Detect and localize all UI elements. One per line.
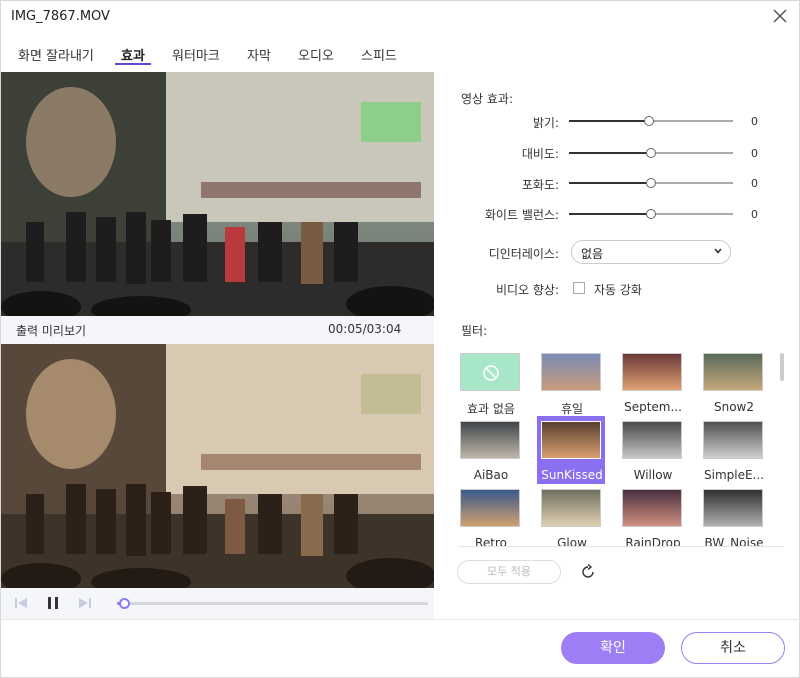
filter-holiday[interactable]: 휴일 <box>537 348 609 416</box>
filter-name: 휴일 <box>560 402 584 416</box>
next-frame-icon[interactable] <box>77 595 93 611</box>
footer-divider <box>1 619 800 620</box>
auto-enhance-checkbox[interactable] <box>573 282 585 294</box>
active-tab-indicator <box>115 63 151 65</box>
original-video-preview <box>1 72 434 316</box>
filter-bw-noise[interactable]: BW_Noise <box>699 484 771 546</box>
pause-icon[interactable] <box>45 595 61 611</box>
tab-speed[interactable]: 스피드 <box>361 45 397 64</box>
filter-name: Retro <box>475 536 507 546</box>
filter-name: Glow <box>557 536 587 546</box>
filter-retro[interactable]: Retro <box>456 484 528 546</box>
filter-glow[interactable]: Glow <box>537 484 609 546</box>
saturation-label: 포화도: <box>521 178 559 192</box>
filter-name: 효과 없음 <box>467 402 515 416</box>
contrast-label: 대비도: <box>521 147 559 161</box>
cancel-button[interactable]: 취소 <box>681 632 785 664</box>
filters-title: 필터: <box>461 324 488 338</box>
filter-name: BW_Noise <box>704 536 764 546</box>
apply-all-button[interactable]: 모두 적용 <box>457 560 561 584</box>
brightness-slider-handle[interactable] <box>644 116 654 126</box>
filter-name: Septem... <box>624 400 682 414</box>
filter-aibao[interactable]: AiBao <box>456 416 528 484</box>
confirm-button[interactable]: 확인 <box>561 632 665 664</box>
video-effects-title: 영상 효과: <box>461 92 514 106</box>
seek-bar[interactable] <box>117 602 428 605</box>
output-video-preview <box>1 344 434 588</box>
filter-name: Snow2 <box>713 400 754 414</box>
saturation-slider-handle[interactable] <box>646 178 656 188</box>
close-icon[interactable] <box>771 7 789 25</box>
tab-watermark[interactable]: 워터마크 <box>172 45 220 64</box>
filter-none[interactable]: 효과 없음 <box>456 348 528 416</box>
filter-name: AiBao <box>473 468 509 482</box>
tab-subtitle[interactable]: 자막 <box>247 45 271 64</box>
deinterlace-value: 없음 <box>581 247 604 261</box>
filter-raindrop[interactable]: RainDrop <box>618 484 690 546</box>
auto-enhance-label: 자동 강화 <box>594 283 642 297</box>
filter-scrollbar[interactable] <box>780 353 784 381</box>
contrast-value: 0 <box>751 147 758 160</box>
video-enhance-label: 비디오 향상: <box>495 283 559 297</box>
tab-effects[interactable]: 효과 <box>121 45 145 64</box>
seek-handle[interactable] <box>119 598 130 609</box>
reset-icon[interactable] <box>579 563 597 581</box>
previous-frame-icon[interactable] <box>13 595 29 611</box>
brightness-label: 밝기: <box>532 116 559 130</box>
filter-name: SimpleE... <box>704 468 764 482</box>
filter-sunkissed[interactable]: SunKissed <box>537 416 605 484</box>
tab-crop[interactable]: 화면 잘라내기 <box>18 45 94 64</box>
contrast-slider-handle[interactable] <box>646 148 656 158</box>
effects-dialog: IMG_7867.MOV 화면 잘라내기 효과 워터마크 자막 오디오 스피드 <box>0 0 800 678</box>
window-title: IMG_7867.MOV <box>11 9 110 24</box>
white-balance-label: 화이트 밸런스: <box>484 208 559 222</box>
deinterlace-label: 디인터레이스: <box>488 247 559 261</box>
timecode: 00:05/03:04 <box>328 322 402 336</box>
filter-name: SunKissed <box>541 468 603 482</box>
filter-willow[interactable]: Willow <box>618 416 690 484</box>
filter-grid: 효과 없음 휴일 Septem... Snow2 AiBao SunKissed… <box>454 346 784 546</box>
output-preview-label: 출력 미리보기 <box>16 324 87 338</box>
no-effect-icon <box>483 365 499 381</box>
filter-september[interactable]: Septem... <box>618 348 690 416</box>
chevron-down-icon <box>714 248 722 254</box>
filter-name: Willow <box>633 468 673 482</box>
white-balance-slider-handle[interactable] <box>646 209 656 219</box>
saturation-value: 0 <box>751 177 758 190</box>
filter-name: RainDrop <box>625 536 681 546</box>
tab-audio[interactable]: 오디오 <box>298 45 334 64</box>
filter-simple-elegant[interactable]: SimpleE... <box>699 416 771 484</box>
filter-divider <box>459 546 784 547</box>
brightness-value: 0 <box>751 115 758 128</box>
filter-snow2[interactable]: Snow2 <box>699 348 771 416</box>
white-balance-value: 0 <box>751 208 758 221</box>
